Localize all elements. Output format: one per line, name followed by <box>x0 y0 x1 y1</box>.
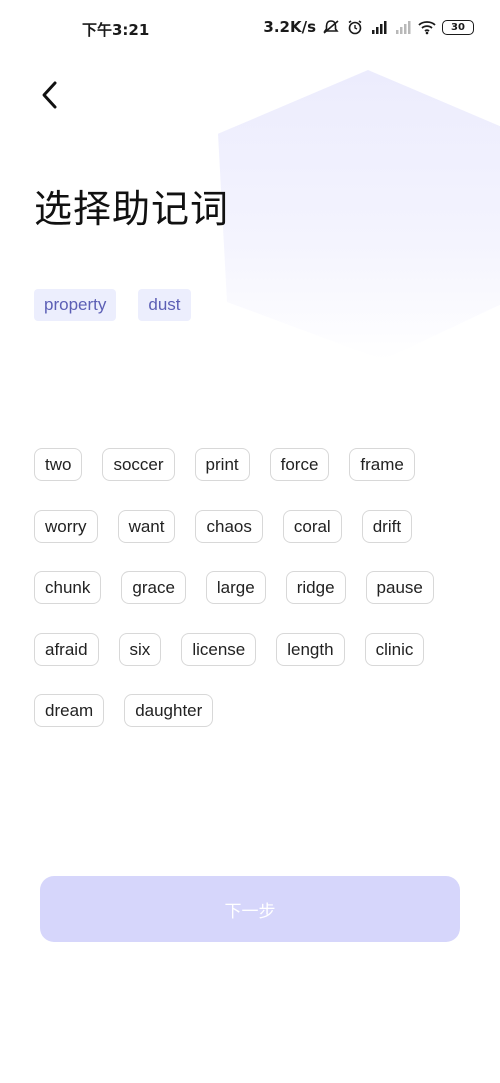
chevron-left-icon <box>42 81 57 109</box>
status-icons: 3.2K/s 30 <box>263 18 474 36</box>
word-option-chip[interactable]: grace <box>121 571 186 604</box>
word-option-chip[interactable]: drift <box>361 510 413 543</box>
word-option-chip[interactable]: six <box>118 633 162 666</box>
back-button[interactable] <box>30 74 70 116</box>
word-option-chip[interactable]: two <box>34 448 83 481</box>
word-row-4: afraid six license length clinic <box>34 633 425 666</box>
word-option-chip[interactable]: chaos <box>195 510 263 543</box>
net-speed: 3.2K/s <box>263 18 316 36</box>
word-option-chip[interactable]: chunk <box>34 571 102 604</box>
selected-word-chip[interactable]: dust <box>138 289 191 321</box>
word-option-chip[interactable]: frame <box>349 448 415 481</box>
page-title: 选择助记词 <box>34 187 230 231</box>
battery-icon: 30 <box>442 19 474 35</box>
signal-icon <box>394 19 412 35</box>
status-bar: 下午3:21 3.2K/s 30 <box>0 0 500 58</box>
word-option-chip[interactable]: soccer <box>102 448 175 481</box>
word-row-2: worry want chaos coral drift <box>34 510 413 543</box>
selected-words-area: property dust <box>34 289 191 321</box>
word-option-chip[interactable]: want <box>117 510 176 543</box>
word-option-chip[interactable]: afraid <box>34 633 99 666</box>
mute-icon <box>322 19 340 35</box>
word-option-chip[interactable]: length <box>276 633 345 666</box>
selected-word-chip[interactable]: property <box>34 289 117 321</box>
word-option-chip[interactable]: coral <box>282 510 342 543</box>
next-button[interactable]: 下一步 <box>40 876 460 942</box>
wifi-icon <box>418 19 436 35</box>
word-option-chip[interactable]: large <box>205 571 266 604</box>
word-option-chip[interactable]: ridge <box>285 571 346 604</box>
word-option-chip[interactable]: clinic <box>364 633 425 666</box>
word-option-chip[interactable]: force <box>269 448 330 481</box>
status-time: 下午3:21 <box>82 21 150 39</box>
word-option-chip[interactable]: print <box>194 448 250 481</box>
word-row-5: dream daughter <box>34 694 214 727</box>
background-decoration <box>218 70 500 360</box>
word-option-chip[interactable]: license <box>181 633 257 666</box>
word-row-1: two soccer print force frame <box>34 448 415 481</box>
word-option-chip[interactable]: worry <box>34 510 98 543</box>
word-row-3: chunk grace large ridge pause <box>34 571 434 604</box>
hd-signal-icon <box>370 19 388 35</box>
alarm-icon <box>346 19 364 35</box>
word-option-chip[interactable]: dream <box>34 694 105 727</box>
word-option-chip[interactable]: pause <box>365 571 434 604</box>
word-option-chip[interactable]: daughter <box>124 694 214 727</box>
